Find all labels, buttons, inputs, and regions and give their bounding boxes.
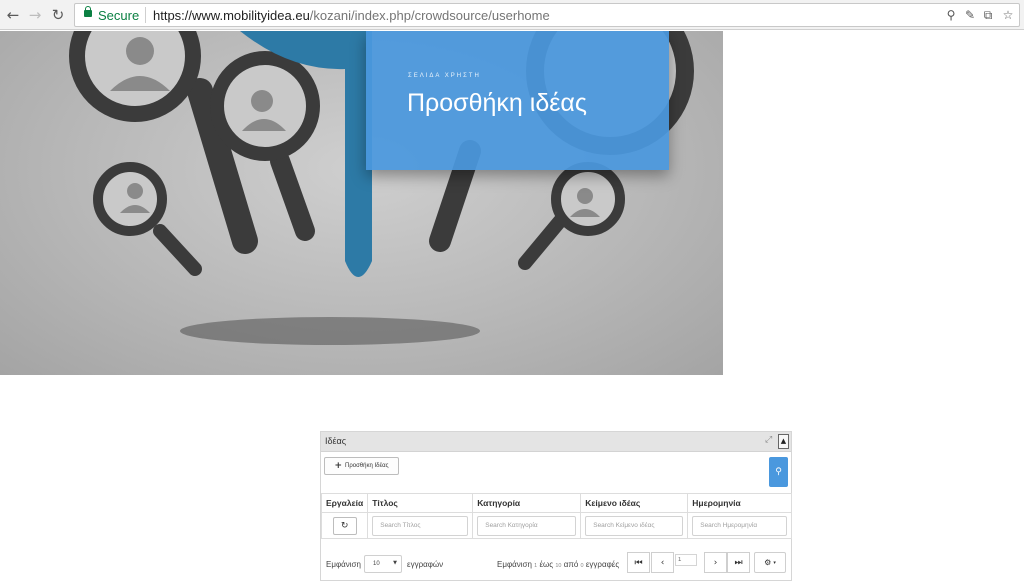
address-bar[interactable]: Secure https://www.mobilityidea.eu/kozan… xyxy=(74,3,1020,27)
idea-text-filter-cell xyxy=(580,512,689,539)
gear-icon: ⚙ xyxy=(764,558,772,567)
ideas-panel: Ιδέας ⤢ ▲ + Προσθήκη Ιδέας ⚲ Εργαλεία Τί… xyxy=(320,431,792,581)
date-filter-cell xyxy=(687,512,792,539)
category-filter-cell xyxy=(472,512,582,539)
column-header-tools[interactable]: Εργαλεία xyxy=(320,493,369,513)
lock-icon xyxy=(84,6,92,17)
column-header-idea-text[interactable]: Κείμενο ιδέας xyxy=(580,493,689,513)
ideas-table: Εργαλεία Τίτλος Κατηγορία Κείμενο ιδέας … xyxy=(320,493,792,539)
show-label: Εμφάνιση xyxy=(326,560,361,569)
caret-down-icon: ▾ xyxy=(773,559,776,566)
add-idea-label: Προσθήκη Ιδέας xyxy=(345,463,389,469)
url-text[interactable]: https://www.mobilityidea.eu/kozani/index… xyxy=(153,8,550,23)
records-label: εγγραφών xyxy=(407,560,444,569)
address-separator xyxy=(145,7,146,23)
search-category-input[interactable] xyxy=(477,515,577,536)
back-arrow-icon[interactable]: ← xyxy=(3,5,23,25)
info-to-label: έως xyxy=(539,560,554,569)
next-page-button[interactable]: › xyxy=(704,552,727,573)
settings-button[interactable]: ⚙ ▾ xyxy=(754,552,786,573)
secure-label: Secure xyxy=(98,8,140,23)
column-header-title[interactable]: Τίτλος xyxy=(367,493,474,513)
search-date-input[interactable] xyxy=(692,515,787,536)
search-button[interactable]: ⚲ xyxy=(769,457,788,487)
first-page-icon: ⏮ xyxy=(634,557,643,568)
url-path: /kozani/index.php/crowdsource/userhome xyxy=(309,8,550,23)
column-header-category[interactable]: Κατηγορία xyxy=(472,493,582,513)
table-header-row: Εργαλεία Τίτλος Κατηγορία Κείμενο ιδέας … xyxy=(320,493,792,513)
info-suffix: εγγραφές xyxy=(585,560,620,569)
filter-row: ↻ xyxy=(320,512,792,539)
hero-eyebrow: ΣΕΛΙΔΑ ΧΡΗΣΤΗ xyxy=(408,73,481,79)
translate-icon[interactable]: ⧉ xyxy=(980,6,996,24)
page-number-input[interactable] xyxy=(675,554,697,566)
search-icon: ⚲ xyxy=(775,467,782,477)
browser-toolbar: ← → ↻ Secure https://www.mobilityidea.eu… xyxy=(0,0,1024,30)
column-header-date[interactable]: Ημερομηνία xyxy=(687,493,792,513)
url-host: https://www.mobilityidea.eu xyxy=(153,8,310,23)
refresh-button[interactable]: ↻ xyxy=(332,516,357,535)
add-idea-button[interactable]: + Προσθήκη Ιδέας xyxy=(324,457,399,475)
panel-header: Ιδέας ⤢ ▲ xyxy=(321,432,791,452)
panel-title: Ιδέας xyxy=(325,436,347,446)
info-of-label: από xyxy=(563,560,579,569)
hero-card: ΣΕΛΙΔΑ ΧΡΗΣΤΗ Προσθήκη ιδέας xyxy=(366,31,669,170)
records-info: Εμφάνιση 1 έως 10 από 0 εγγραφές xyxy=(497,560,619,569)
tools-cell: ↻ xyxy=(320,512,369,539)
forward-arrow-icon[interactable]: → xyxy=(25,5,45,25)
caret-down-icon: ▼ xyxy=(393,560,397,566)
title-filter-cell xyxy=(367,512,474,539)
info-total: 0 xyxy=(580,563,584,569)
chevron-left-icon: ‹ xyxy=(660,557,665,568)
extension-icon[interactable]: ✎ xyxy=(962,6,978,24)
prev-page-button[interactable]: ‹ xyxy=(651,552,674,573)
page-size-select[interactable]: 10 ▼ xyxy=(364,555,402,573)
chevron-right-icon: › xyxy=(713,557,718,568)
info-prefix: Εμφάνιση xyxy=(497,560,532,569)
last-page-button[interactable]: ⏭ xyxy=(727,552,750,573)
expand-icon[interactable]: ⤢ xyxy=(765,435,772,445)
refresh-icon: ↻ xyxy=(340,520,349,531)
first-page-button[interactable]: ⏮ xyxy=(627,552,650,573)
bookmark-star-icon[interactable]: ☆ xyxy=(1000,6,1016,24)
search-title-input[interactable] xyxy=(372,515,469,536)
reload-icon[interactable]: ↻ xyxy=(48,5,68,25)
last-page-icon: ⏭ xyxy=(734,557,743,568)
page-size-value: 10 xyxy=(373,561,380,567)
info-from: 1 xyxy=(534,563,538,569)
hero-banner: ΣΕΛΙΔΑ ΧΡΗΣΤΗ Προσθήκη ιδέας xyxy=(0,31,723,375)
plus-icon: + xyxy=(334,461,343,471)
search-idea-text-input[interactable] xyxy=(585,515,684,536)
zoom-icon[interactable]: ⚲ xyxy=(943,6,959,24)
collapse-up-icon[interactable]: ▲ xyxy=(778,434,789,449)
info-to: 10 xyxy=(555,563,562,569)
page-title: Προσθήκη ιδέας xyxy=(407,89,587,117)
